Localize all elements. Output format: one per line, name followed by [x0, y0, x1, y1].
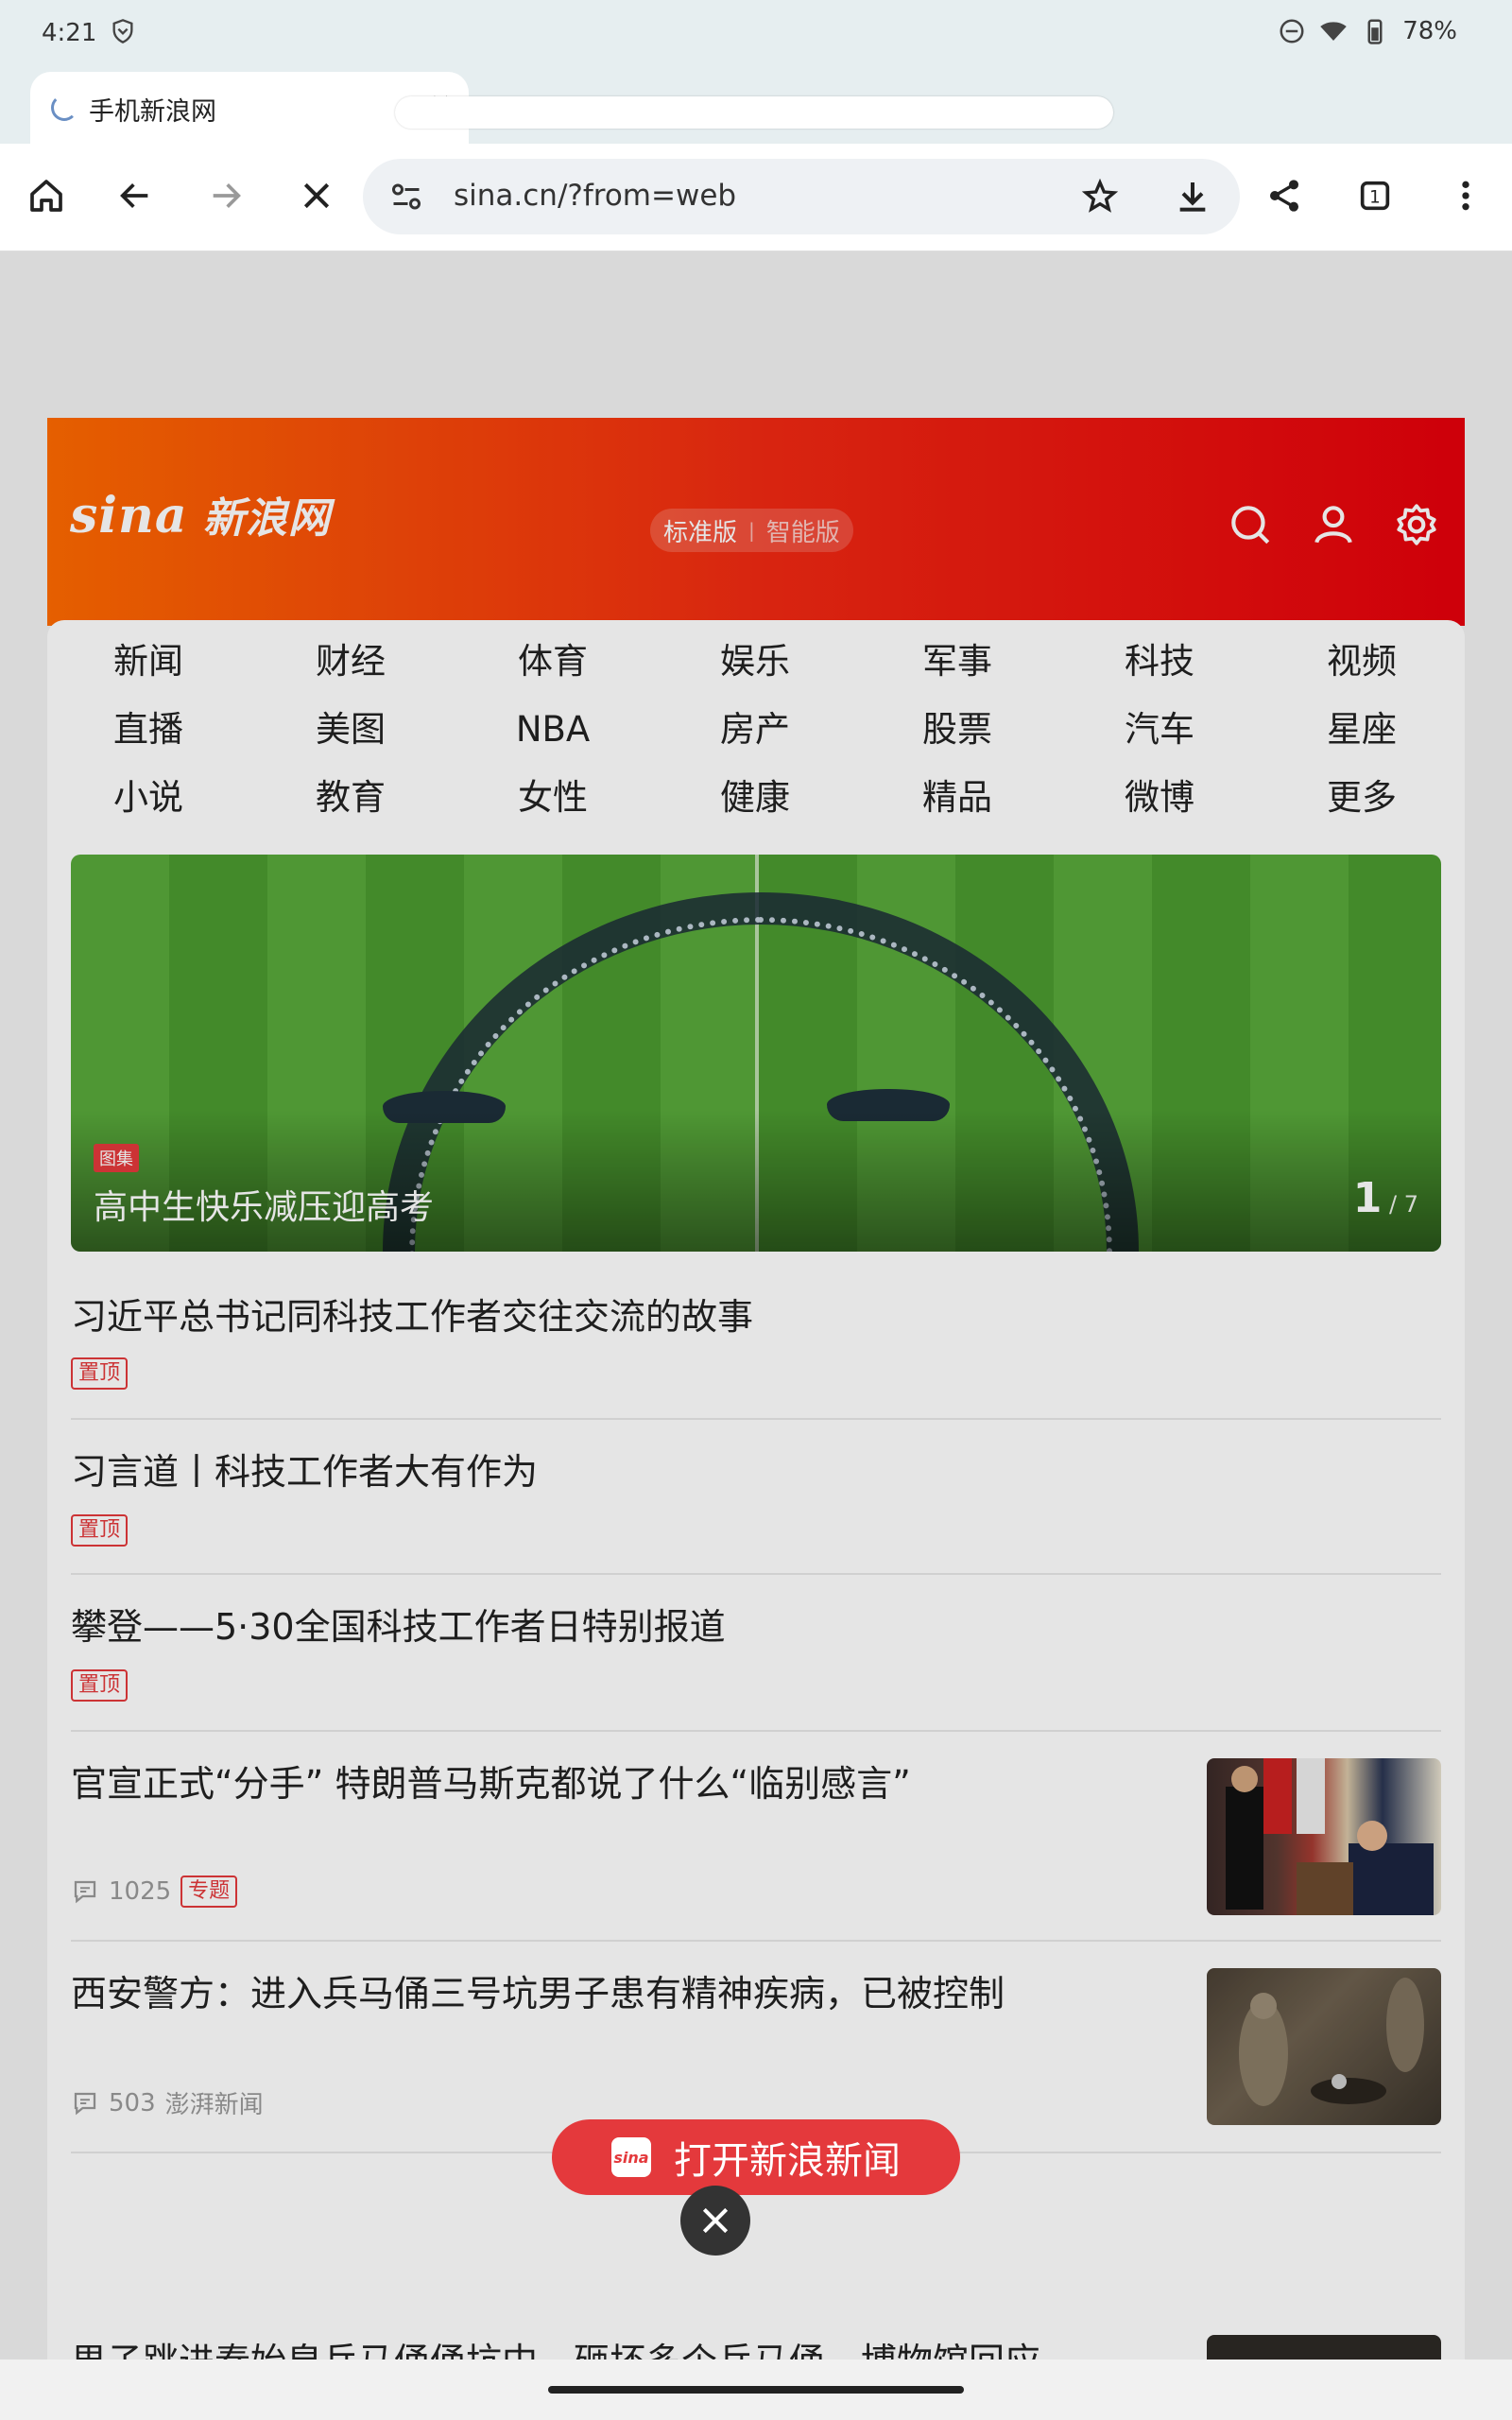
comment-count: 1025	[109, 1877, 172, 1906]
battery-percent: 78%	[1402, 17, 1457, 45]
sina-logo[interactable]: sina 新浪网	[70, 484, 331, 544]
channel-nav-item[interactable]: 星座	[1261, 700, 1463, 760]
close-icon	[702, 2207, 729, 2234]
news-meta: 503 澎湃新闻	[71, 2085, 264, 2120]
news-title-partial[interactable]: 男子跳进秦始皇兵马俑俑坑中，砸坏多个兵马俑，博物馆回应	[71, 2335, 1040, 2360]
news-item[interactable]: 习言道丨科技工作者大有作为 置顶	[71, 1420, 1441, 1575]
tab-title: 手机新浪网	[89, 97, 216, 127]
hero-carousel[interactable]: 图集 高中生快乐减压迎高考 1 / 7	[71, 855, 1441, 1252]
stop-loading-icon[interactable]	[293, 172, 340, 219]
channel-nav-item[interactable]: NBA	[452, 700, 654, 760]
channel-nav-item[interactable]: 直播	[47, 700, 249, 760]
open-sina-news-app-button[interactable]: sina 打开新浪新闻	[552, 2119, 960, 2195]
channel-nav-item[interactable]: 股票	[856, 700, 1058, 760]
more-menu-icon[interactable]	[1442, 172, 1489, 219]
news-item[interactable]: 官宣正式“分手” 特朗普马斯克都说了什么“临别感言” 1025 专题	[71, 1732, 1441, 1942]
tab-switcher-icon[interactable]: 1	[1351, 172, 1399, 219]
channel-nav-item[interactable]: 健康	[654, 768, 856, 828]
news-item[interactable]: 习近平总书记同科技工作者交往交流的故事 置顶	[71, 1263, 1441, 1420]
web-page: sina 新浪网 标准版 | 智能版 新闻 财经 体育 娱乐 军事 科技 视频直播 美图 NBA…	[0, 251, 1512, 2360]
news-title[interactable]: 西安警方：进入兵马俑三号坑男子患有精神疾病，已被控制	[71, 1964, 1005, 2016]
pin-badge: 置顶	[71, 1357, 129, 1390]
wifi-icon	[1320, 22, 1347, 41]
channel-nav-item[interactable]: 财经	[249, 631, 452, 692]
page-top-gap	[0, 251, 1512, 418]
news-item[interactable]: 攀登——5·30全国科技工作者日特别报道 置顶	[71, 1575, 1441, 1732]
pin-badge: 置顶	[71, 1514, 129, 1547]
channel-nav-item[interactable]: 微博	[1058, 768, 1261, 828]
sina-news-app-logo-icon: sina	[611, 2137, 651, 2177]
channel-nav-item[interactable]: 视频	[1261, 631, 1463, 692]
version-switch: 标准版 | 智能版	[650, 509, 853, 552]
hero-tag-badge: 图集	[94, 1144, 139, 1172]
channel-nav-item[interactable]: 汽车	[1058, 700, 1261, 760]
version-standard[interactable]: 标准版	[663, 513, 737, 548]
hero-page-indicator: 1 / 7	[1352, 1174, 1418, 1222]
home-icon[interactable]	[23, 172, 70, 219]
sina-header: sina 新浪网 标准版 | 智能版	[47, 418, 1465, 626]
channel-nav: 新闻 财经 体育 娱乐 军事 科技 视频直播 美图 NBA 房产 股票 汽车 星座小说 教育 女性 健康 精品微…	[47, 631, 1465, 828]
tab-drag-highlight	[395, 96, 1113, 129]
download-icon[interactable]	[1174, 178, 1211, 216]
channel-nav-item[interactable]: 精品	[856, 768, 1058, 828]
svg-text:1: 1	[1369, 188, 1381, 208]
channel-nav-item[interactable]: 科技	[1058, 631, 1261, 692]
dnd-icon	[1280, 19, 1304, 43]
news-title[interactable]: 习近平总书记同科技工作者交往交流的故事	[71, 1288, 753, 1340]
browser-toolbar: sina.cn/?from=web 1	[0, 144, 1512, 251]
news-thumbnail-partial[interactable]	[1207, 2335, 1441, 2360]
site-settings-icon[interactable]	[389, 180, 423, 214]
news-thumbnail[interactable]	[1207, 1758, 1441, 1915]
status-bar: 4:21 78%	[0, 0, 1512, 66]
url-text[interactable]: sina.cn/?from=web	[454, 179, 736, 213]
close-banner-button[interactable]	[680, 2186, 750, 2256]
content-card: 新闻 财经 体育 娱乐 军事 科技 视频直播 美图 NBA 房产 股票 汽车 星座小说 教育 女性 健康 精品微…	[47, 620, 1465, 2360]
channel-nav-item[interactable]: 小说	[47, 768, 249, 828]
back-arrow-icon[interactable]	[112, 172, 159, 219]
version-separator: |	[748, 519, 755, 542]
pin-badge: 置顶	[71, 1669, 129, 1702]
battery-icon	[1367, 19, 1383, 44]
news-title[interactable]: 习言道丨科技工作者大有作为	[71, 1443, 538, 1495]
settings-gear-icon[interactable]	[1393, 501, 1440, 548]
comment-icon	[74, 2092, 96, 2115]
channel-nav-item[interactable]: 新闻	[47, 631, 249, 692]
channel-nav-item[interactable]: 教育	[249, 768, 452, 828]
news-source: 澎湃新闻	[164, 2091, 264, 2119]
forward-arrow-icon[interactable]	[202, 172, 249, 219]
channel-nav-item[interactable]: 更多	[1261, 768, 1463, 828]
tab-strip: 手机新浪网 ×	[0, 66, 1512, 144]
channel-nav-item[interactable]: 体育	[452, 631, 654, 692]
topic-badge: 专题	[180, 1876, 238, 1908]
open-app-label: 打开新浪新闻	[674, 2139, 901, 2183]
news-title[interactable]: 官宣正式“分手” 特朗普马斯克都说了什么“临别感言”	[71, 1754, 911, 1806]
loading-spinner-icon	[51, 95, 77, 121]
channel-nav-item[interactable]: 房产	[654, 700, 856, 760]
user-icon[interactable]	[1310, 501, 1357, 548]
channel-nav-item[interactable]: 女性	[452, 768, 654, 828]
news-thumbnail[interactable]	[1207, 1968, 1441, 2125]
search-icon[interactable]	[1227, 501, 1274, 548]
vpn-shield-icon	[112, 19, 133, 43]
status-icons: 78%	[1278, 17, 1457, 45]
status-time: 4:21	[42, 19, 97, 47]
channel-nav-item[interactable]: 娱乐	[654, 631, 856, 692]
bookmark-star-icon[interactable]	[1081, 178, 1119, 216]
address-bar[interactable]: sina.cn/?from=web	[363, 159, 1240, 234]
channel-nav-item[interactable]: 军事	[856, 631, 1058, 692]
version-smart[interactable]: 智能版	[766, 513, 840, 548]
news-title[interactable]: 攀登——5·30全国科技工作者日特别报道	[71, 1598, 726, 1650]
comment-icon	[74, 1880, 96, 1904]
gesture-handle[interactable]	[548, 2386, 964, 2394]
news-meta: 1025 专题	[71, 1876, 238, 1908]
share-icon[interactable]	[1261, 172, 1308, 219]
system-nav-bar	[0, 2360, 1512, 2420]
comment-count: 503	[109, 2088, 156, 2118]
hero-caption[interactable]: 高中生快乐减压迎高考	[94, 1180, 434, 1229]
channel-nav-item[interactable]: 美图	[249, 700, 452, 760]
